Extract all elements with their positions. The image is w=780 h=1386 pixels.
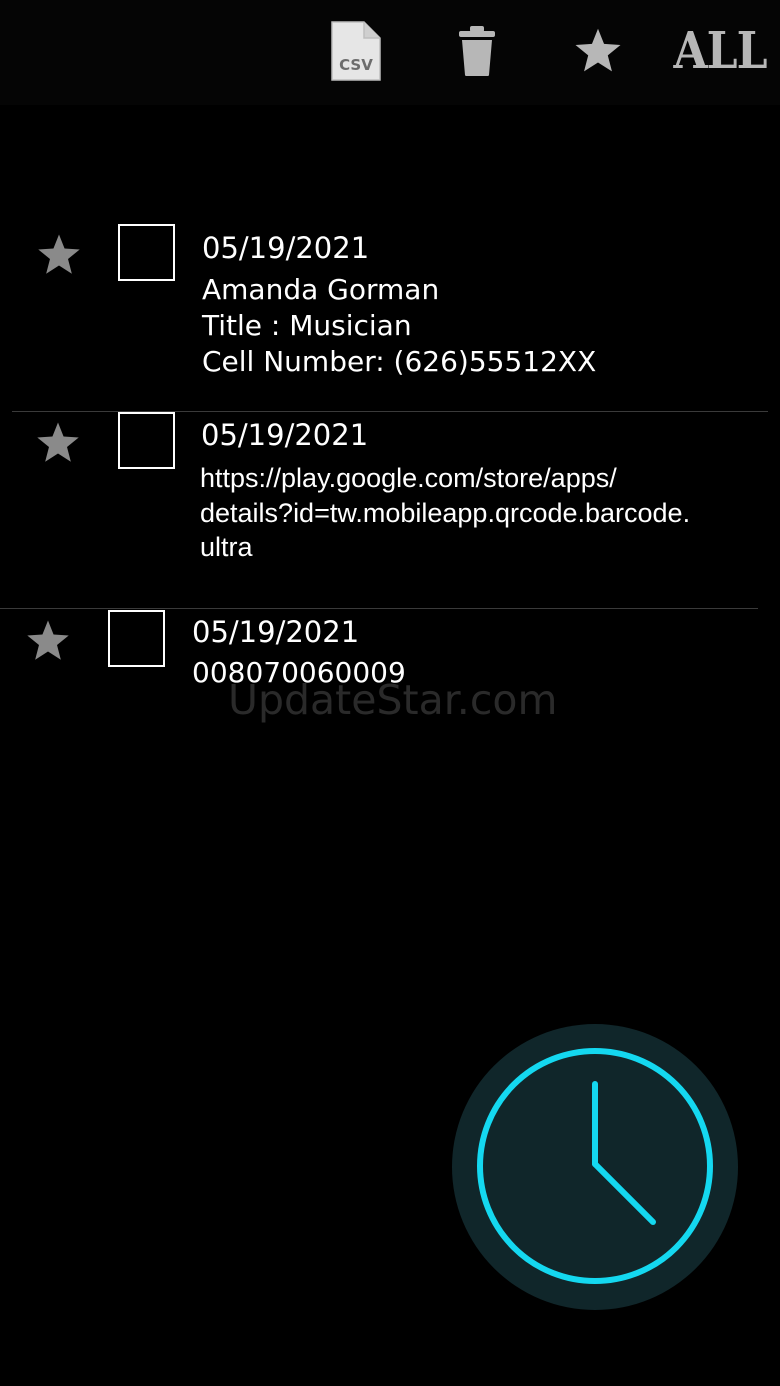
- select-checkbox[interactable]: [118, 412, 175, 469]
- record-date: 05/19/2021: [202, 231, 370, 265]
- favorite-star-icon[interactable]: [35, 420, 81, 466]
- clock-icon: [477, 1048, 713, 1284]
- star-icon: [575, 28, 621, 72]
- csv-file-icon: CSV: [331, 21, 381, 81]
- record-line: ultra: [200, 532, 253, 562]
- export-csv-button[interactable]: CSV: [328, 18, 384, 84]
- trash-icon: [459, 26, 495, 76]
- record-line: https://play.google.com/store/apps/: [200, 463, 617, 493]
- favorite-star-icon[interactable]: [36, 232, 82, 278]
- top-toolbar: CSV ALL: [0, 0, 780, 105]
- favorite-star-icon[interactable]: [25, 618, 71, 664]
- favorites-filter-button[interactable]: [570, 18, 626, 84]
- record-date: 05/19/2021: [192, 615, 360, 649]
- list-item[interactable]: 05/19/2021 https://play.google.com/store…: [0, 410, 780, 608]
- record-content: Amanda Gorman Title : Musician Cell Numb…: [202, 272, 596, 380]
- watermark-text: UpdateStar.com: [228, 676, 558, 724]
- record-url: https://play.google.com/store/apps/ deta…: [200, 461, 730, 565]
- record-line: Title : Musician: [202, 309, 412, 342]
- delete-button[interactable]: [452, 18, 502, 84]
- history-button[interactable]: [452, 1024, 738, 1310]
- record-line: details?id=tw.mobileapp.qrcode.barcode.: [200, 497, 691, 528]
- show-all-button[interactable]: ALL: [674, 18, 768, 84]
- record-date: 05/19/2021: [201, 418, 369, 452]
- select-checkbox[interactable]: [118, 224, 175, 281]
- csv-label: CSV: [339, 56, 373, 74]
- all-label: ALL: [673, 21, 768, 81]
- record-line: Cell Number: (626)55512XX: [202, 345, 597, 378]
- record-line: Amanda Gorman: [202, 273, 440, 306]
- select-checkbox[interactable]: [108, 610, 165, 667]
- list-item[interactable]: 05/19/2021 Amanda Gorman Title : Musicia…: [0, 222, 780, 412]
